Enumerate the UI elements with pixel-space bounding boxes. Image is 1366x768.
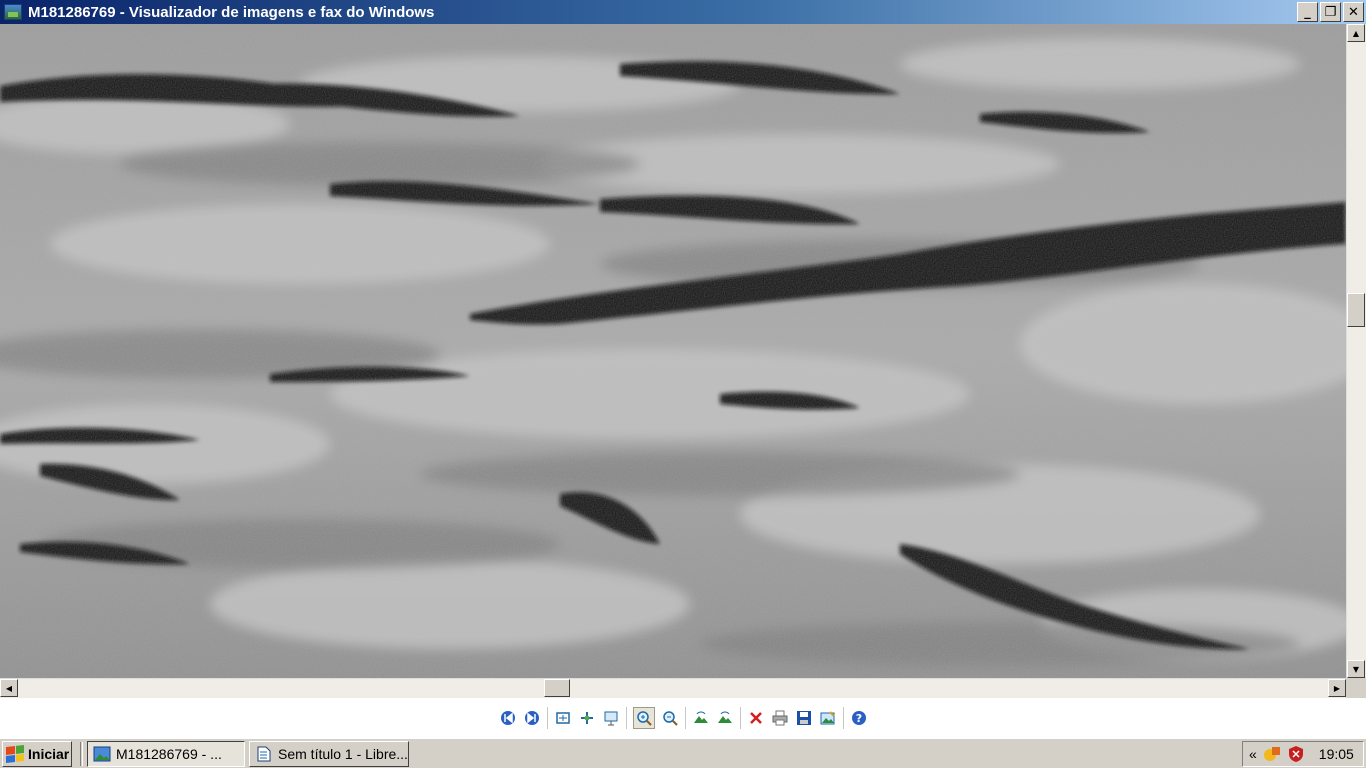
image-viewport[interactable] bbox=[0, 24, 1346, 678]
windows-logo-icon bbox=[6, 744, 24, 763]
task-label: M181286769 - ... bbox=[116, 745, 222, 762]
scroll-left-arrow[interactable]: ◀ bbox=[0, 679, 18, 697]
save-icon[interactable] bbox=[795, 709, 813, 727]
clock: 19:05 bbox=[1318, 746, 1354, 762]
open-editor-icon[interactable] bbox=[819, 709, 837, 727]
start-button[interactable]: Iniciar bbox=[2, 740, 72, 767]
viewer-toolbar: ? bbox=[0, 698, 1366, 738]
rotate-counterclockwise-icon[interactable] bbox=[716, 709, 734, 727]
taskbar-separator bbox=[80, 741, 83, 766]
system-tray: « 19:05 bbox=[1242, 741, 1364, 767]
print-icon[interactable] bbox=[771, 709, 789, 727]
close-button[interactable]: ✕ bbox=[1343, 2, 1364, 22]
start-label: Iniciar bbox=[28, 745, 70, 762]
vertical-scrollbar[interactable]: ▲ ▼ bbox=[1346, 24, 1366, 678]
slideshow-icon[interactable] bbox=[602, 709, 620, 727]
svg-text:?: ? bbox=[855, 712, 861, 725]
zoom-in-icon[interactable] bbox=[632, 707, 655, 729]
scrollbar-corner bbox=[1346, 678, 1366, 698]
delete-icon[interactable] bbox=[747, 709, 765, 727]
network-shield-icon[interactable] bbox=[1263, 746, 1281, 762]
scroll-up-arrow[interactable]: ▲ bbox=[1347, 24, 1365, 42]
title-bar[interactable]: M181286769 - Visualizador de imagens e f… bbox=[0, 0, 1366, 24]
previous-image-icon[interactable] bbox=[499, 709, 517, 727]
window-title: M181286769 - Visualizador de imagens e f… bbox=[28, 3, 435, 21]
help-icon[interactable]: ? bbox=[850, 709, 868, 727]
vertical-scroll-thumb[interactable] bbox=[1347, 293, 1365, 327]
tray-expand-button[interactable]: « bbox=[1249, 746, 1257, 762]
antivirus-shield-icon[interactable] bbox=[1287, 745, 1305, 763]
image-viewer-app-icon bbox=[93, 746, 111, 761]
rotate-clockwise-icon[interactable] bbox=[692, 709, 710, 727]
taskbar-item-libreoffice[interactable]: Sem título 1 - Libre... bbox=[249, 740, 409, 767]
horizontal-scroll-thumb[interactable] bbox=[544, 679, 570, 697]
horizontal-scrollbar[interactable]: ◀ ▶ bbox=[0, 678, 1346, 698]
task-label: Sem título 1 - Libre... bbox=[278, 745, 408, 762]
zoom-out-icon[interactable] bbox=[661, 709, 679, 727]
actual-size-icon[interactable] bbox=[578, 709, 596, 727]
minimize-button[interactable]: _ bbox=[1297, 2, 1318, 22]
scroll-right-arrow[interactable]: ▶ bbox=[1328, 679, 1346, 697]
document-icon bbox=[257, 746, 271, 761]
taskbar-item-image-viewer[interactable]: M181286769 - ... bbox=[87, 740, 245, 767]
next-image-icon[interactable] bbox=[523, 709, 541, 727]
taskbar: Iniciar M181286769 - ... Sem título 1 - … bbox=[0, 738, 1366, 768]
image-viewer-app-icon[interactable] bbox=[4, 4, 22, 20]
lunar-surface-image bbox=[0, 24, 1346, 678]
restore-button[interactable]: ❐ bbox=[1320, 2, 1341, 22]
scroll-down-arrow[interactable]: ▼ bbox=[1347, 660, 1365, 678]
best-fit-icon[interactable] bbox=[554, 709, 572, 727]
